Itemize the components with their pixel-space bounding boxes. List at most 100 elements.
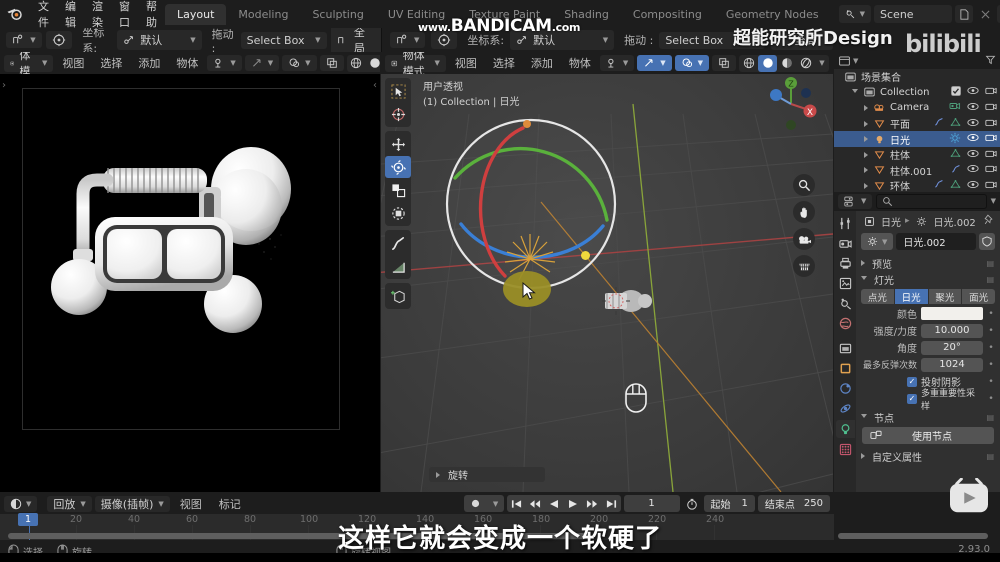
- camera-render-icon[interactable]: [985, 133, 997, 145]
- shading-rendered-icon[interactable]: [796, 55, 815, 72]
- outliner-row-torus[interactable]: 环体: [834, 178, 1000, 193]
- pin-icon[interactable]: [984, 214, 995, 228]
- ortho-persp-toggle-icon[interactable]: [793, 255, 815, 277]
- editor-mode-dropdown-left[interactable]: 物体模式 ▼: [4, 52, 54, 74]
- animate-dot-icon[interactable]: •: [987, 343, 995, 353]
- lightdata-browse-dropdown[interactable]: ▼: [861, 233, 894, 250]
- fake-user-shield-icon[interactable]: [979, 233, 995, 250]
- visibility-selector-left[interactable]: ▼: [207, 55, 242, 71]
- scene-icon[interactable]: [837, 295, 854, 312]
- menu-select-left[interactable]: 选择: [93, 53, 129, 73]
- light-angle-value[interactable]: 20°: [921, 340, 983, 355]
- menu-add-left[interactable]: 添加: [131, 53, 167, 73]
- eye-icon[interactable]: [967, 164, 979, 176]
- menu-edit[interactable]: 编辑: [57, 0, 84, 28]
- light-color-swatch[interactable]: [921, 307, 983, 320]
- playback-dropdown[interactable]: 回放 ▼: [47, 495, 92, 512]
- outliner-root-scene-collection[interactable]: 场景集合: [834, 69, 1000, 85]
- camera-render-icon[interactable]: [985, 102, 997, 114]
- keying-dropdown[interactable]: 摄像(插帧) ▼: [94, 495, 170, 512]
- workspace-tab-compositing[interactable]: Compositing: [621, 4, 714, 25]
- world-icon[interactable]: [837, 315, 854, 332]
- animate-dot-icon[interactable]: •: [987, 309, 995, 319]
- cast-shadow-checkbox[interactable]: ✓: [907, 376, 917, 387]
- shading-wireframe-icon[interactable]: [739, 55, 758, 72]
- menu-object-left[interactable]: 物体: [169, 53, 205, 73]
- overlays-toggle[interactable]: ▼: [674, 55, 709, 71]
- menu-view[interactable]: 视图: [448, 53, 484, 73]
- outliner-display-mode-dropdown[interactable]: ▼: [838, 55, 858, 67]
- play-button[interactable]: [564, 495, 583, 512]
- camera-render-icon[interactable]: [985, 149, 997, 161]
- eye-icon[interactable]: [967, 180, 979, 192]
- breadcrumb-object-label[interactable]: 日光: [881, 214, 901, 229]
- menu-file[interactable]: 文件: [30, 0, 57, 28]
- prev-keyframe-button[interactable]: [526, 495, 545, 512]
- collection-checkbox[interactable]: [951, 85, 961, 99]
- eye-icon[interactable]: [967, 118, 979, 130]
- xray-toggle-left[interactable]: [319, 55, 344, 71]
- animate-dot-icon[interactable]: •: [987, 326, 995, 336]
- modifier-icon[interactable]: [950, 164, 961, 177]
- pivot-point-dropdown-left[interactable]: [46, 31, 73, 49]
- light-max-bounces-value[interactable]: 1024: [921, 357, 983, 372]
- jump-to-end-button[interactable]: [602, 495, 621, 512]
- camera-data-icon[interactable]: [949, 101, 961, 114]
- outliner-search-caret-icon[interactable]: ▼: [991, 197, 996, 205]
- tool-annotate-icon[interactable]: [385, 232, 411, 254]
- jump-to-start-button[interactable]: [507, 495, 526, 512]
- object-mode-dropdown[interactable]: 物体模式 ▼: [385, 52, 446, 74]
- timeline-menu-view[interactable]: 视图: [173, 494, 209, 514]
- outliner-search-input[interactable]: [876, 193, 987, 209]
- image-editor-n-panel-toggle[interactable]: ‹: [373, 80, 377, 91]
- outliner-row-cylinder-001[interactable]: 柱体.001: [834, 163, 1000, 179]
- light-strength-value[interactable]: 10.000: [921, 323, 983, 338]
- light-type-sun[interactable]: 日光: [894, 289, 928, 304]
- shading-options-caret[interactable]: ▼: [815, 55, 829, 72]
- eye-icon[interactable]: [967, 149, 979, 161]
- shading-solid-icon[interactable]: [758, 54, 777, 72]
- transform-orientation-dropdown-left[interactable]: 默认 ▼: [117, 30, 202, 50]
- new-scene-icon[interactable]: [955, 5, 974, 23]
- blender-logo-icon[interactable]: [6, 4, 24, 24]
- navigation-axis-gizmo[interactable]: X Z: [763, 76, 819, 132]
- next-keyframe-button[interactable]: [583, 495, 602, 512]
- modifier-icon[interactable]: [933, 117, 944, 130]
- outliner-row-plane[interactable]: 平面: [834, 116, 1000, 132]
- eye-icon[interactable]: [967, 86, 979, 98]
- workspace-tab-layout[interactable]: Layout: [165, 3, 227, 25]
- tool-rotate-icon[interactable]: [385, 156, 411, 178]
- tool-add-cube-icon[interactable]: [385, 285, 411, 307]
- panel-preview[interactable]: 预览 ▤: [856, 255, 1000, 271]
- shading-material-icon[interactable]: [777, 55, 796, 72]
- mesh-data-icon[interactable]: [950, 117, 961, 130]
- xray-toggle[interactable]: [712, 55, 736, 71]
- menu-help[interactable]: 帮助: [138, 0, 165, 28]
- menu-select[interactable]: 选择: [486, 53, 522, 73]
- menu-object[interactable]: 物体: [562, 53, 598, 73]
- light-type-area[interactable]: 面光: [962, 289, 995, 304]
- pan-hand-icon[interactable]: [793, 201, 815, 223]
- workspace-tab-modeling[interactable]: Modeling: [226, 4, 300, 25]
- sun-data-icon[interactable]: [949, 132, 961, 147]
- breadcrumb-data-label[interactable]: 日光.002: [934, 214, 976, 229]
- outliner-row-collection[interactable]: Collection: [834, 85, 1000, 101]
- overlays-toggle-left[interactable]: ▼: [282, 55, 317, 71]
- panel-light[interactable]: 灯光 ▤: [856, 271, 1000, 287]
- render-icon[interactable]: [837, 235, 854, 252]
- modifier-icon[interactable]: [933, 179, 944, 192]
- animate-dot-icon[interactable]: •: [987, 360, 995, 370]
- gizmo-toggle-left[interactable]: ▼: [244, 55, 280, 71]
- delete-scene-icon[interactable]: [976, 5, 994, 23]
- mesh-data-icon[interactable]: [950, 179, 961, 192]
- light-origin-handle[interactable]: [581, 251, 590, 260]
- use-nodes-button[interactable]: 使用节点: [862, 427, 994, 444]
- animate-dot-icon[interactable]: •: [987, 377, 995, 387]
- outliner-filter-dropdown[interactable]: ▼: [838, 193, 873, 209]
- workspace-tab-geometry-nodes[interactable]: Geometry Nodes: [714, 4, 831, 25]
- output-icon[interactable]: [837, 255, 854, 272]
- outliner-tree[interactable]: 场景集合 Collection Camera 平面 日光 柱体 柱体.001 环…: [834, 69, 1000, 193]
- outliner-filter-icon[interactable]: [985, 54, 996, 68]
- timeline-menu-marker[interactable]: 标记: [212, 494, 248, 514]
- eye-icon[interactable]: [967, 102, 979, 114]
